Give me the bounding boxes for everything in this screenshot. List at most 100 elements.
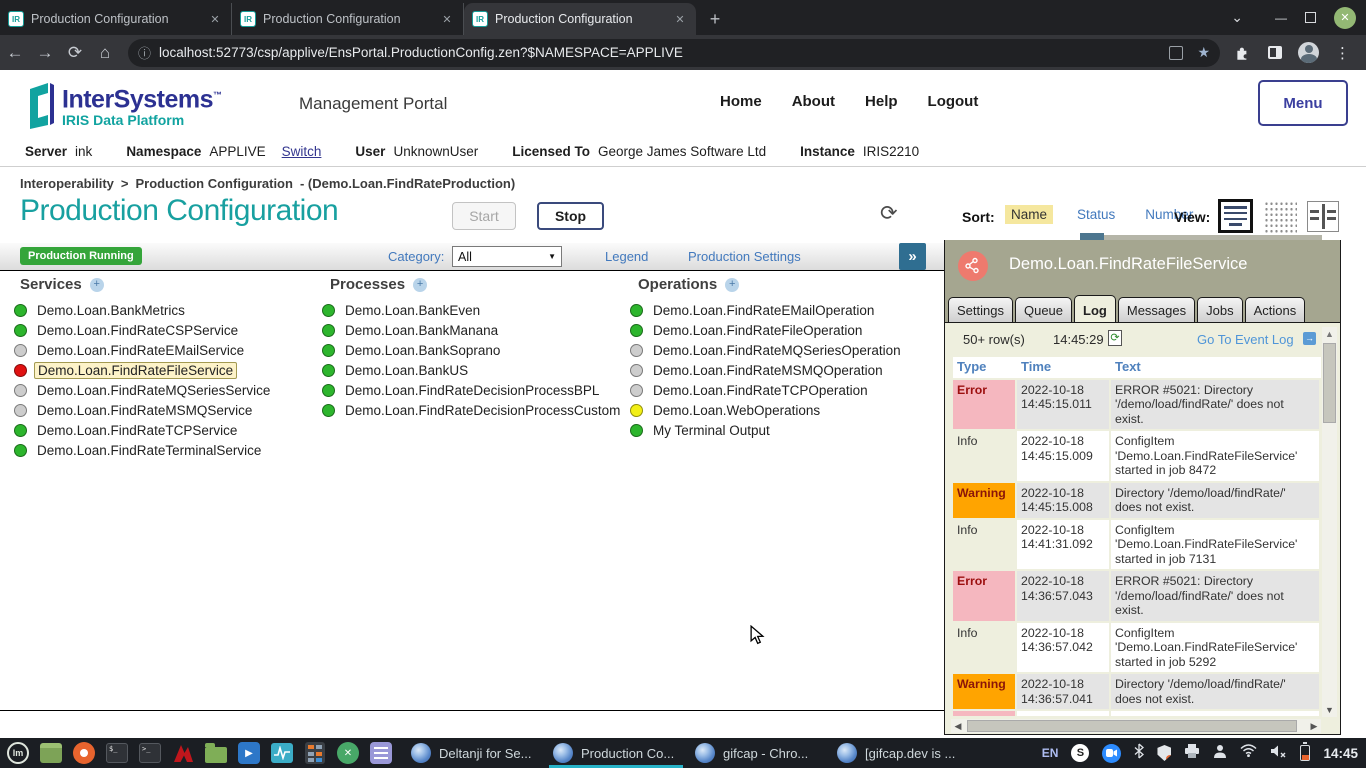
battery-icon[interactable] [1300,745,1310,761]
tab-close-icon[interactable]: ✕ [207,13,223,26]
service-name[interactable]: Demo.Loan.FindRateTCPService [34,423,240,438]
service-name[interactable]: Demo.Loan.FindRateMQSeriesService [34,383,273,398]
show-desktop-icon[interactable] [39,741,63,765]
file-manager-icon[interactable] [204,741,228,765]
scroll-up-icon[interactable]: ▲ [1322,327,1337,341]
breadcrumb-root[interactable]: Interoperability [20,176,114,191]
service-name[interactable]: Demo.Loan.BankMetrics [34,303,188,318]
start-button[interactable]: Start [452,202,516,230]
view-split-icon[interactable] [1307,201,1339,232]
stop-button[interactable]: Stop [537,202,604,230]
restore-button[interactable] [1305,12,1316,23]
site-info-icon[interactable]: ⓘ [138,43,151,62]
process-name[interactable]: Demo.Loan.FindRateDecisionProcessBPL [342,383,602,398]
service-item[interactable]: Demo.Loan.FindRateFileService [14,360,273,380]
process-item[interactable]: Demo.Loan.FindRateDecisionProcessBPL [322,380,623,400]
panel-tab[interactable]: Actions [1245,297,1306,322]
browser-tab[interactable]: IR Production Configuration ✕ [0,3,232,35]
zoom-tray-icon[interactable] [1102,744,1121,763]
add-service-icon[interactable]: + [90,278,104,292]
log-row[interactable]: Error 2022-10-18 14:45:15.011 ERROR #502… [953,380,1321,430]
process-name[interactable]: Demo.Loan.BankUS [342,363,471,378]
process-name[interactable]: Demo.Loan.BankManana [342,323,501,338]
operation-name[interactable]: My Terminal Output [650,423,773,438]
extensions-icon[interactable] [1234,44,1252,62]
wifi-icon[interactable] [1240,744,1257,762]
process-name[interactable]: Demo.Loan.FindRateDecisionProcessCustom [342,403,623,418]
log-horizontal-scrollbar[interactable]: ◀ ▶ [951,719,1321,733]
service-name[interactable]: Demo.Loan.FindRateMSMQService [34,403,255,418]
process-item[interactable]: Demo.Loan.FindRateDecisionProcessCustom [322,400,623,420]
log-row[interactable]: Info 2022-10-18 14:45:15.009 ConfigItem … [953,431,1321,481]
scroll-down-icon[interactable]: ▼ [1322,703,1337,717]
operation-name[interactable]: Demo.Loan.FindRateFileOperation [650,323,865,338]
tab-search-chevron-icon[interactable]: ⌄ [1231,9,1243,26]
view-grid-icon[interactable] [1263,200,1297,233]
security-shield-icon[interactable] [1157,745,1171,761]
taskbar-window-button[interactable]: Production Co... [545,738,687,768]
service-name[interactable]: Demo.Loan.FindRateTerminalService [34,443,264,458]
service-item[interactable]: Demo.Loan.BankMetrics [14,300,273,320]
portal-nav-link[interactable]: About [792,93,835,110]
service-item[interactable]: Demo.Loan.FindRateCSPService [14,320,273,340]
service-item[interactable]: Demo.Loan.FindRateMSMQService [14,400,273,420]
taskbar-window-button[interactable]: [gifcap.dev is ... [829,738,971,768]
category-select[interactable]: All ▼ [452,246,562,267]
minimize-button[interactable]: — [1275,11,1287,25]
operation-name[interactable]: Demo.Loan.FindRateTCPOperation [650,383,871,398]
process-item[interactable]: Demo.Loan.BankSoprano [322,340,623,360]
tab-close-icon[interactable]: ✕ [672,13,688,26]
process-item[interactable]: Demo.Loan.BankManana [322,320,623,340]
bookmark-star-icon[interactable]: ★ [1197,44,1210,61]
service-name[interactable]: Demo.Loan.FindRateCSPService [34,323,241,338]
service-item[interactable]: Demo.Loan.FindRateTCPService [14,420,273,440]
panel-tab[interactable]: Jobs [1197,297,1242,322]
portal-nav-link[interactable]: Home [720,93,762,110]
user-session-icon[interactable] [1213,744,1227,763]
sort-option[interactable]: Status [1071,205,1121,224]
log-vertical-scrollbar[interactable]: ▲ ▼ [1322,327,1337,717]
operation-item[interactable]: Demo.Loan.FindRateEMailOperation [630,300,904,320]
expand-panel-button[interactable]: » [899,243,926,270]
printer-icon[interactable] [1184,744,1200,763]
operation-name[interactable]: Demo.Loan.FindRateEMailOperation [650,303,877,318]
view-list-icon[interactable] [1218,199,1253,233]
red-app-icon[interactable] [171,741,195,765]
back-icon[interactable]: ← [0,43,30,63]
terminal-alt-icon[interactable]: >_ [138,741,162,765]
browser-tab[interactable]: IR Production Configuration ✕ [232,3,464,35]
home-icon[interactable]: ⌂ [90,43,120,63]
code-editor-icon[interactable]: ▶ [237,741,261,765]
notes-app-icon[interactable] [369,741,393,765]
url-text[interactable]: localhost:52773/csp/applive/EnsPortal.Pr… [159,45,1169,60]
process-item[interactable]: Demo.Loan.BankUS [322,360,623,380]
reload-icon[interactable]: ⟳ [60,43,90,63]
operation-item[interactable]: Demo.Loan.FindRateTCPOperation [630,380,904,400]
switch-link[interactable]: Switch [282,144,322,159]
log-row[interactable]: Info 2022-10-18 14:41:31.092 ConfigItem … [953,520,1321,570]
portal-nav-link[interactable]: Logout [928,93,979,110]
taskbar-window-button[interactable]: Deltanji for Se... [403,738,545,768]
side-panel-icon[interactable] [1268,46,1282,59]
operation-name[interactable]: Demo.Loan.FindRateMSMQOperation [650,363,886,378]
log-header-text[interactable]: Text [1111,357,1319,378]
log-row[interactable]: Warning 2022-10-18 14:45:15.008 Director… [953,483,1321,518]
legend-link[interactable]: Legend [605,249,648,264]
add-process-icon[interactable]: + [413,278,427,292]
operation-name[interactable]: Demo.Loan.WebOperations [650,403,823,418]
operation-item[interactable]: My Terminal Output [630,420,904,440]
log-header-type[interactable]: Type [953,357,1015,378]
url-bar[interactable]: ⓘ localhost:52773/csp/applive/EnsPortal.… [128,39,1220,67]
taskbar-window-button[interactable]: gifcap - Chro... [687,738,829,768]
refresh-icon[interactable]: ⟳ [880,201,898,226]
pomodoro-app-icon[interactable] [72,741,96,765]
log-row[interactable]: Warning 2022-10-18 14:36:57.041 Director… [953,674,1321,709]
browser-menu-icon[interactable]: ⋮ [1335,44,1350,62]
panel-tab[interactable]: Log [1074,295,1116,322]
mint-menu-icon[interactable]: lm [6,741,30,765]
service-name[interactable]: Demo.Loan.FindRateFileService [34,362,237,379]
log-row[interactable]: Info 2022-10-18 14:36:57.042 ConfigItem … [953,623,1321,673]
production-settings-link[interactable]: Production Settings [688,249,801,264]
horizontal-scrollbar-thumb[interactable] [967,720,1297,732]
process-item[interactable]: Demo.Loan.BankEven [322,300,623,320]
